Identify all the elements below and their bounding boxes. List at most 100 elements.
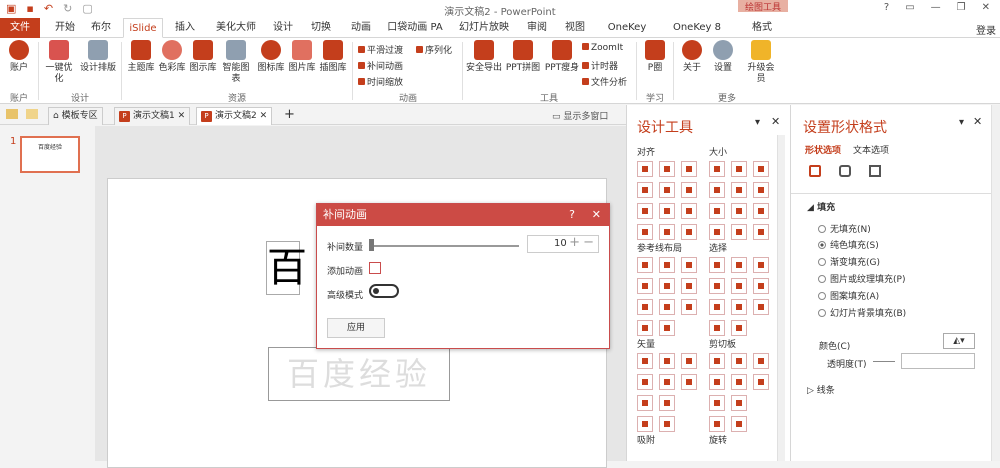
minus-icon[interactable]: − [583, 235, 594, 251]
design-tool-button[interactable] [681, 278, 697, 294]
upgrade-member-button[interactable]: 升级会员 [746, 40, 776, 85]
count-slider-thumb[interactable] [369, 239, 374, 251]
tab-onekey8[interactable]: OneKey 8 [602, 18, 652, 52]
design-tool-button[interactable] [709, 278, 725, 294]
color-library-button[interactable]: 色彩库 [157, 40, 187, 74]
transparency-slider[interactable] [873, 361, 895, 362]
format-panel-scrollbar[interactable] [991, 105, 1000, 461]
smart-chart-button[interactable]: 智能图表 [219, 40, 253, 85]
zoomit-button[interactable]: ZoomIt [582, 43, 623, 53]
minimize-icon[interactable]: — [931, 2, 941, 13]
tab-home[interactable]: 开始 [50, 18, 80, 38]
design-tool-button[interactable] [731, 278, 747, 294]
advanced-mode-toggle[interactable] [369, 284, 399, 298]
design-tool-button[interactable] [637, 374, 653, 390]
dialog-help-button[interactable]: ? [569, 204, 575, 226]
new-tab-icon[interactable]: + [284, 107, 295, 122]
design-tool-button[interactable] [709, 416, 725, 432]
color-picker-button[interactable]: ◭▾ [943, 333, 975, 349]
design-tool-button[interactable] [681, 374, 697, 390]
design-tool-button[interactable] [731, 203, 747, 219]
design-panel-scrollbar[interactable] [777, 135, 785, 461]
tab-animations[interactable]: 动画 [346, 18, 376, 38]
design-tool-button[interactable] [637, 161, 653, 177]
tab-islide[interactable]: iSlide [123, 18, 163, 38]
tab-format[interactable]: 格式 [744, 18, 780, 38]
image-library-button[interactable]: 图片库 [287, 40, 317, 74]
design-tool-button[interactable] [637, 416, 653, 432]
design-tool-button[interactable] [731, 224, 747, 240]
tab-shape-options[interactable]: 形状选项 [805, 143, 841, 156]
panel-dropdown-icon[interactable]: ▾ [755, 117, 760, 128]
size-properties-icon[interactable] [869, 165, 881, 177]
time-scale-button[interactable]: 时间缩放 [358, 75, 403, 88]
design-tool-button[interactable] [637, 395, 653, 411]
one-click-optimize-button[interactable]: 一键优化 [44, 40, 74, 85]
design-layout-button[interactable]: 设计排版 [80, 40, 116, 74]
design-tool-button[interactable] [637, 224, 653, 240]
login-link[interactable]: 登录 [976, 22, 996, 37]
design-tool-button[interactable] [731, 320, 747, 336]
panel-dropdown-icon[interactable]: ▾ [959, 117, 964, 128]
design-tool-button[interactable] [659, 320, 675, 336]
design-tool-button[interactable] [753, 299, 769, 315]
tab-view[interactable]: 视图 [560, 18, 590, 38]
design-tool-button[interactable] [731, 353, 747, 369]
p-circle-button[interactable]: P圈 [640, 40, 670, 74]
design-tool-button[interactable] [709, 395, 725, 411]
fill-option-gradient[interactable]: 渐变填充(G) [818, 255, 880, 268]
design-tool-button[interactable] [753, 224, 769, 240]
design-tool-button[interactable] [681, 203, 697, 219]
design-tool-button[interactable] [659, 278, 675, 294]
design-tool-button[interactable] [659, 257, 675, 273]
design-tool-button[interactable] [709, 320, 725, 336]
design-tool-button[interactable] [709, 257, 725, 273]
tween-animation-button[interactable]: 补间动画 [358, 59, 403, 72]
design-tool-button[interactable] [681, 224, 697, 240]
design-tool-button[interactable] [709, 182, 725, 198]
tab-document-1[interactable]: P 演示文稿1 ✕ [114, 107, 191, 125]
close-tab-icon[interactable]: ✕ [257, 111, 268, 121]
tab-review[interactable]: 审阅 [522, 18, 552, 38]
about-button[interactable]: 关于 [677, 40, 707, 74]
tab-pocket-animation[interactable]: 口袋动画 PA [384, 18, 446, 38]
design-tool-button[interactable] [709, 224, 725, 240]
restore-icon[interactable]: ❐ [957, 2, 966, 13]
design-tool-button[interactable] [731, 374, 747, 390]
design-tool-button[interactable] [659, 299, 675, 315]
design-tool-button[interactable] [709, 161, 725, 177]
count-stepper[interactable]: 10 + − [527, 235, 599, 253]
fill-bucket-icon[interactable] [809, 165, 821, 177]
account-button[interactable]: 账户 [4, 40, 34, 74]
design-tool-button[interactable] [637, 182, 653, 198]
design-tool-button[interactable] [637, 320, 653, 336]
timer-button[interactable]: 计时器 [582, 59, 618, 72]
design-tool-button[interactable] [709, 299, 725, 315]
design-tool-button[interactable] [637, 278, 653, 294]
design-tool-button[interactable] [709, 203, 725, 219]
fill-option-pattern[interactable]: 图案填充(A) [818, 289, 879, 302]
secure-export-button[interactable]: 安全导出 [466, 40, 502, 74]
design-tool-button[interactable] [753, 278, 769, 294]
design-tool-button[interactable] [681, 353, 697, 369]
design-tool-button[interactable] [709, 374, 725, 390]
tab-file[interactable]: 文件 [0, 18, 40, 38]
close-tab-icon[interactable]: ✕ [175, 111, 186, 121]
tab-slideshow[interactable]: 幻灯片放映 [456, 18, 512, 38]
slide-thumbnail[interactable]: 百度经验 [20, 136, 80, 173]
smooth-transition-button[interactable]: 平滑过渡 [358, 43, 403, 56]
line-header[interactable]: ▷ 线条 [807, 383, 835, 396]
transparency-input[interactable] [901, 353, 975, 369]
design-tool-button[interactable] [637, 203, 653, 219]
design-tool-button[interactable] [731, 257, 747, 273]
design-tool-button[interactable] [753, 353, 769, 369]
design-tool-button[interactable] [659, 224, 675, 240]
icon-library-button[interactable]: 图标库 [256, 40, 286, 74]
fill-option-slide-background[interactable]: 幻灯片背景填充(B) [818, 306, 906, 319]
design-tool-button[interactable] [681, 182, 697, 198]
theme-library-button[interactable]: 主题库 [126, 40, 156, 74]
tab-boolean[interactable]: 布尔 [86, 18, 116, 38]
tab-insert[interactable]: 插入 [170, 18, 200, 38]
design-tool-button[interactable] [709, 353, 725, 369]
pentagon-effects-icon[interactable] [839, 165, 851, 177]
